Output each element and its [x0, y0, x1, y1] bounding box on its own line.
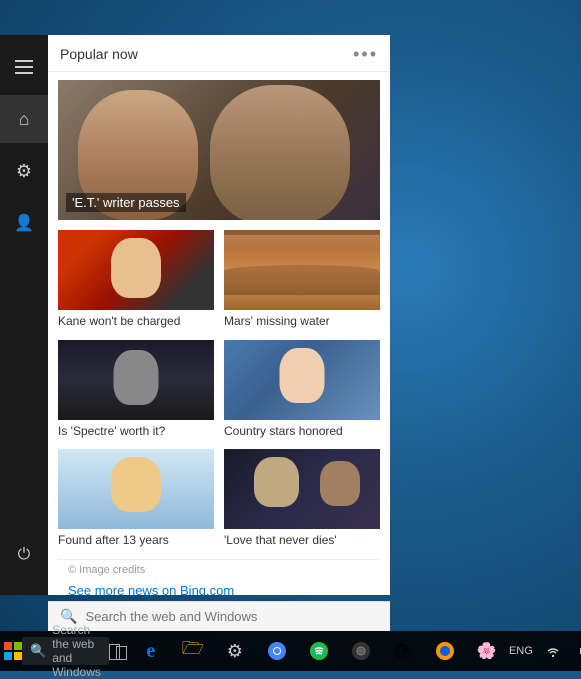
groove-icon [351, 641, 371, 661]
people-icon: 👤 [14, 213, 34, 233]
search-input[interactable] [85, 609, 378, 624]
sidebar-item-hamburger[interactable] [0, 43, 48, 91]
taskbar-app-edge[interactable]: e [131, 631, 171, 671]
task-view-icon [109, 644, 127, 658]
tray-network-icon[interactable] [539, 637, 567, 665]
volume-icon [577, 643, 581, 659]
sidebar-item-home[interactable]: ⌂ [0, 95, 48, 143]
news-footer: © Image credits See more news on Bing.co… [58, 559, 380, 595]
sidebar: ⌂ ⚙ 👤 ⏻ [0, 35, 48, 595]
story-image-inner-country [224, 340, 380, 420]
news-hero-story[interactable]: 'E.T.' writer passes [58, 80, 380, 220]
taskbar-apps: e 🗁 ⚙ [131, 631, 507, 671]
taskbar: 🔍 Search the web and Windows e 🗁 ⚙ [0, 631, 581, 671]
story-image-inner-love [224, 449, 380, 529]
stories-grid: Kane won't be charged Mars' missing wate… [58, 230, 380, 549]
news-panel-title: Popular now [60, 46, 138, 62]
taskbar-search[interactable]: 🔍 Search the web and Windows [22, 637, 109, 665]
taskbar-app-photos[interactable]: 🌸 [467, 631, 507, 671]
hero-face-male [210, 85, 350, 220]
windows-logo-icon [4, 642, 22, 660]
story-caption-love: 'Love that never dies' [224, 533, 380, 549]
story-caption-country: Country stars honored [224, 424, 380, 440]
story-caption-boy: Found after 13 years [58, 533, 214, 549]
hero-image: 'E.T.' writer passes [58, 80, 380, 220]
story-image-boy [58, 449, 214, 529]
store-icon: 🛍 [393, 641, 413, 661]
wifi-icon [545, 643, 561, 659]
taskbar-app-groove[interactable] [341, 631, 381, 671]
story-image-mars [224, 230, 380, 310]
hamburger-icon [15, 60, 33, 74]
settings-taskbar-icon: ⚙ [227, 641, 243, 662]
desktop: ⌂ ⚙ 👤 ⏻ Popular now ••• [0, 0, 581, 671]
power-icon: ⏻ [18, 546, 31, 564]
story-caption-spectre: Is 'Spectre' worth it? [58, 424, 214, 440]
story-image-kane [58, 230, 214, 310]
news-more-button[interactable]: ••• [353, 45, 378, 63]
tray-volume-icon[interactable] [571, 637, 581, 665]
story-image-inner-kane [58, 230, 214, 310]
taskbar-app-settings[interactable]: ⚙ [215, 631, 255, 671]
story-item-boy[interactable]: Found after 13 years [58, 449, 214, 549]
start-button[interactable] [4, 631, 22, 671]
news-header: Popular now ••• [48, 35, 390, 72]
taskbar-app-firefox[interactable] [425, 631, 465, 671]
settings-gear-icon: ⚙ [16, 161, 32, 182]
news-content[interactable]: 'E.T.' writer passes Kane won't be charg… [48, 72, 390, 595]
sidebar-top-items: ⌂ ⚙ 👤 [0, 43, 48, 531]
chrome-icon [267, 641, 287, 661]
story-image-inner-boy [58, 449, 214, 529]
story-image-inner-mars [224, 230, 380, 310]
image-credits: © Image credits [68, 564, 370, 576]
see-more-link[interactable]: See more news on Bing.com [68, 583, 234, 595]
story-item-kane[interactable]: Kane won't be charged [58, 230, 214, 330]
story-image-spectre [58, 340, 214, 420]
edge-icon: e [146, 640, 155, 663]
tray-language-icon[interactable]: ENG [507, 637, 535, 665]
spotify-icon [309, 641, 329, 661]
taskbar-tray: ENG 6:57 PM 10/29/2015 [507, 636, 581, 667]
story-item-spectre[interactable]: Is 'Spectre' worth it? [58, 340, 214, 440]
taskbar-app-spotify[interactable] [299, 631, 339, 671]
news-panel: Popular now ••• 'E.T.' writer passes [48, 35, 390, 595]
taskbar-app-chrome[interactable] [257, 631, 297, 671]
photos-icon: 🌸 [477, 641, 497, 661]
story-caption-mars: Mars' missing water [224, 314, 380, 330]
task-view-button[interactable] [109, 637, 127, 665]
story-image-country [224, 340, 380, 420]
story-caption-kane: Kane won't be charged [58, 314, 214, 330]
sidebar-bottom-items: ⏻ [0, 531, 48, 579]
explorer-icon: 🗁 [182, 636, 204, 666]
home-icon: ⌂ [19, 109, 30, 130]
taskbar-app-store[interactable]: 🛍 [383, 631, 423, 671]
story-item-country[interactable]: Country stars honored [224, 340, 380, 440]
firefox-icon [435, 641, 455, 661]
story-item-mars[interactable]: Mars' missing water [224, 230, 380, 330]
story-item-love[interactable]: 'Love that never dies' [224, 449, 380, 549]
story-image-love [224, 449, 380, 529]
story-image-inner-spectre [58, 340, 214, 420]
sidebar-item-settings[interactable]: ⚙ [0, 147, 48, 195]
sidebar-item-people[interactable]: 👤 [0, 199, 48, 247]
taskbar-search-icon: 🔍 [30, 643, 46, 659]
sidebar-item-power[interactable]: ⏻ [0, 531, 48, 579]
taskbar-app-explorer[interactable]: 🗁 [173, 631, 213, 671]
hero-caption: 'E.T.' writer passes [66, 193, 186, 212]
